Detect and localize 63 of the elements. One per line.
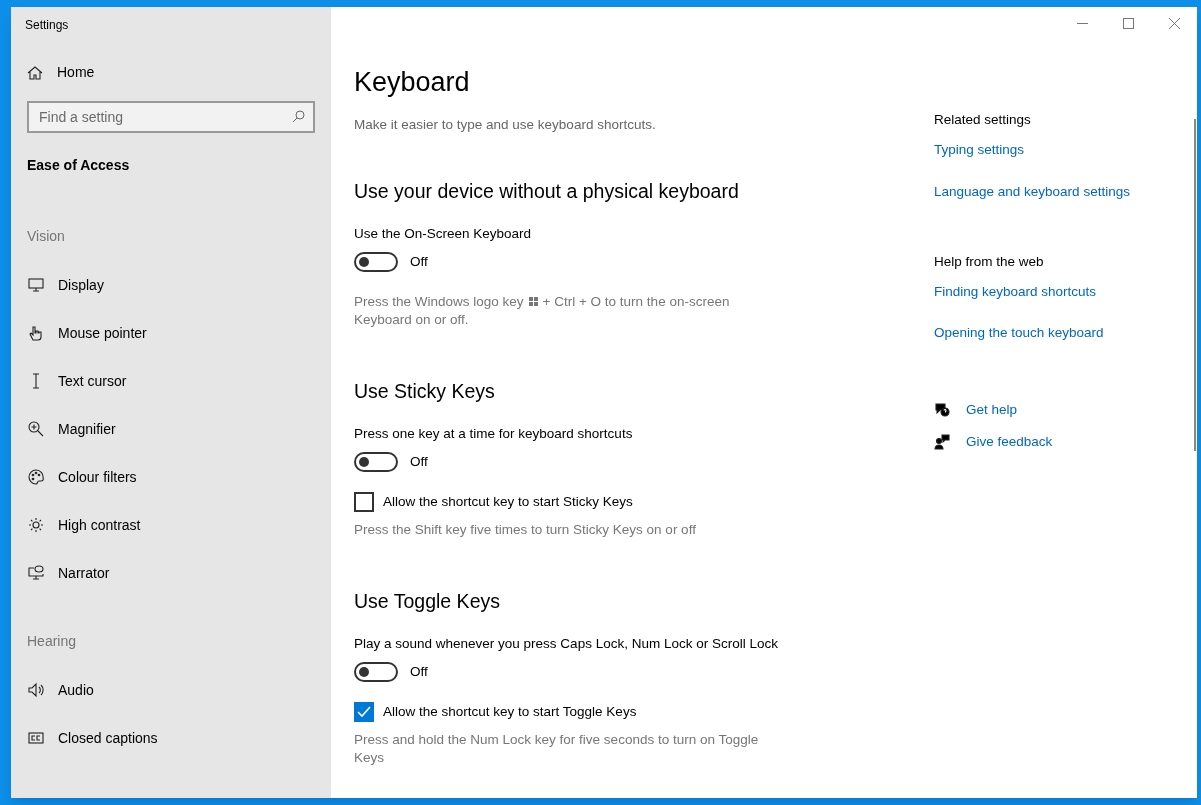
sidebar-item[interactable]: High contrast: [11, 501, 331, 549]
aside-heading: Help from the web: [934, 252, 1044, 271]
window-title: Settings: [25, 17, 69, 34]
setting-hint: Press the Shift key five times to turn Sticky Keys on or off: [354, 520, 697, 539]
toggle-state-label: Off: [410, 663, 428, 681]
link[interactable]: Typing settings: [934, 140, 1025, 161]
monitor-icon: [28, 277, 44, 293]
sidebar-item[interactable]: Colour filters: [11, 453, 331, 501]
closed-captions-icon: [28, 730, 44, 746]
section-heading: Use Toggle Keys: [354, 588, 500, 614]
setting-hint: Press and hold the Num Lock key for five seconds to turn on Toggle Keys: [354, 730, 760, 767]
sidebar-item[interactable]: Audio: [11, 666, 331, 714]
checkbox[interactable]: [354, 702, 374, 723]
palette-icon: [28, 469, 44, 485]
chat-question-icon: [934, 401, 950, 418]
checkbox[interactable]: [354, 492, 374, 513]
link[interactable]: Finding keyboard shortcuts: [934, 282, 1097, 303]
section-heading: Use your device without a physical keyboard: [354, 178, 739, 204]
toggle-switch[interactable]: [354, 452, 398, 473]
setting-hint: Press the Windows logo key: [354, 292, 524, 311]
page-description: Make it easier to type and use keyboard shortcuts.: [354, 115, 657, 134]
toggle-state-label: Off: [410, 253, 428, 272]
minimize-icon: [1076, 22, 1088, 24]
sidebar-item[interactable]: Mouse pointer: [11, 309, 331, 357]
search-icon: [292, 110, 305, 123]
setting-label: Use the On-Screen Keyboard: [354, 225, 532, 243]
toggle-state-label: Off: [410, 453, 428, 471]
section-heading: Use Sticky Keys: [354, 378, 495, 404]
category-heading: Ease of Access: [27, 156, 130, 175]
aside-heading: Related settings: [934, 111, 1031, 129]
link[interactable]: Opening the touch keyboard: [934, 323, 1104, 344]
home-icon: [27, 64, 43, 81]
setting-hint: + Ctrl + O to turn the on-screen: [542, 292, 730, 311]
search-field[interactable]: Find a setting: [27, 101, 315, 133]
sidebar-item[interactable]: Narrator: [11, 549, 331, 597]
sidebar-item[interactable]: Text cursor: [11, 357, 331, 405]
narrator-icon: [28, 565, 44, 581]
close-icon: [1168, 17, 1180, 29]
checkbox-label: Allow the shortcut key to start Toggle Keys: [383, 703, 637, 722]
magnifier-icon: [28, 421, 44, 437]
page-title: Keyboard: [354, 66, 471, 99]
sidebar-item[interactable]: Magnifier: [11, 405, 331, 453]
sidebar-item[interactable]: Closed captions: [11, 714, 331, 762]
link[interactable]: Give feedback: [934, 431, 1053, 452]
setting-hint: Keyboard on or off.: [354, 310, 469, 329]
hand-pointer-icon: [28, 325, 44, 341]
person-feedback-icon: [934, 433, 950, 450]
windows-logo-icon: [528, 297, 538, 306]
setting-label: Play a sound whenever you press Caps Lock, Num Lock or Scroll Lock: [354, 634, 778, 653]
home-nav-item[interactable]: Home: [27, 62, 95, 83]
speaker-icon: [28, 682, 44, 698]
checkbox-label: Allow the shortcut key to start Sticky Keys: [383, 493, 633, 512]
toggle-switch[interactable]: [354, 252, 398, 273]
group-heading: Hearing: [27, 632, 77, 651]
link[interactable]: Get help: [934, 399, 1018, 420]
toggle-switch[interactable]: [354, 662, 398, 683]
maximize-icon: [1122, 17, 1134, 29]
setting-label: Press one key at a time for keyboard shortcuts: [354, 424, 633, 443]
group-heading: Vision: [27, 227, 65, 246]
link[interactable]: Language and keyboard settings: [934, 181, 1130, 202]
scrollbar[interactable]: [1194, 119, 1196, 451]
sidebar-item[interactable]: Display: [11, 261, 331, 309]
sun-icon: [28, 517, 44, 533]
